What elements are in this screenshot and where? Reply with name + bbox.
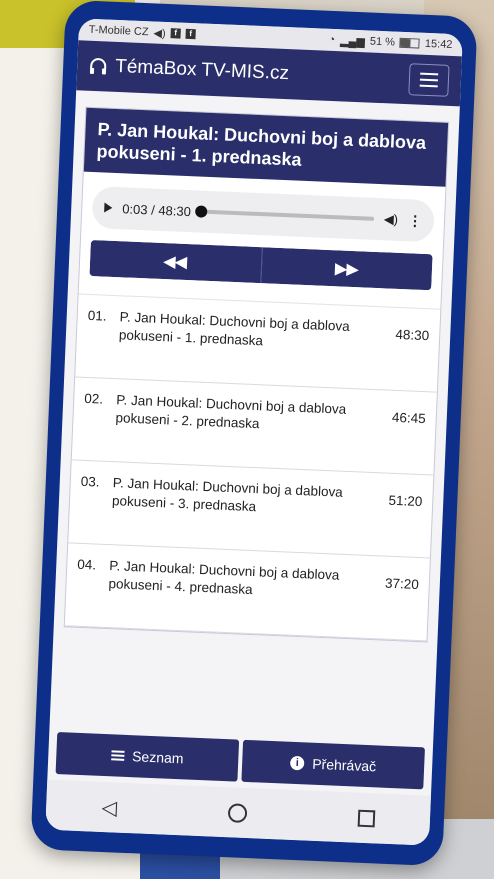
battery-percent: 51 % bbox=[369, 35, 396, 49]
signal-icon: ▂▄▆ bbox=[339, 34, 366, 48]
time-display: 0:03 / 48:30 bbox=[121, 200, 192, 219]
previous-track-button[interactable]: ◀◀ bbox=[89, 240, 263, 284]
speaker-icon: ◀) bbox=[153, 26, 166, 40]
tab-prehravac[interactable]: i Přehrávač bbox=[241, 739, 425, 790]
playlist-item[interactable]: 02. P. Jan Houkal: Duchovni boj a dablova… bbox=[71, 377, 437, 476]
playlist-item[interactable]: 04. P. Jan Houkal: Duchovni boj a dablova… bbox=[64, 543, 430, 642]
brand-title: TémaBox TV-MIS.cz bbox=[114, 55, 290, 85]
phone-frame: T-Mobile CZ ◀) f f ◔ ▂▄▆ 51 % 15:42 Téma… bbox=[30, 0, 478, 867]
playlist-item-title: P. Jan Houkal: Duchovni boj a dablova po… bbox=[108, 558, 340, 598]
home-icon[interactable] bbox=[227, 802, 248, 823]
facebook-icon: f bbox=[170, 28, 181, 39]
back-icon[interactable]: ◁ bbox=[101, 794, 117, 820]
track-navigation: ◀◀ ▶▶ bbox=[89, 240, 433, 291]
tab-prehravac-label: Přehrávač bbox=[311, 755, 377, 775]
more-options-icon[interactable]: ⋮ bbox=[408, 212, 423, 230]
next-track-button[interactable]: ▶▶ bbox=[260, 247, 433, 291]
playlist: 01. P. Jan Houkal: Duchovni boj a dablova… bbox=[64, 293, 441, 642]
seek-handle[interactable] bbox=[194, 205, 208, 218]
forward-icon: ▶▶ bbox=[334, 260, 359, 279]
audio-player: 0:03 / 48:30 ◀) ⋮ bbox=[91, 186, 435, 243]
bottom-tabs: Seznam i Přehrávač bbox=[55, 732, 425, 790]
playlist-item-title: P. Jan Houkal: Duchovni boj a dablova po… bbox=[111, 475, 344, 515]
playlist-item[interactable]: 03. P. Jan Houkal: Duchovni boj a dablova… bbox=[68, 460, 434, 559]
headphones-icon bbox=[89, 58, 107, 75]
tab-seznam[interactable]: Seznam bbox=[55, 732, 240, 782]
carrier-label: T-Mobile CZ bbox=[88, 23, 149, 39]
player-card: P. Jan Houkal: Duchovni boj a dablova po… bbox=[63, 106, 450, 643]
system-navigation: ◁ bbox=[45, 779, 431, 846]
phone-screen: T-Mobile CZ ◀) f f ◔ ▂▄▆ 51 % 15:42 Téma… bbox=[45, 18, 463, 846]
recents-icon[interactable] bbox=[357, 809, 375, 827]
playlist-item-title: P. Jan Houkal: Duchovni boj a dablova po… bbox=[118, 309, 351, 349]
playlist-item-duration: 51:20 bbox=[388, 492, 423, 510]
info-icon: i bbox=[290, 755, 305, 771]
playlist-item-duration: 37:20 bbox=[384, 575, 420, 593]
playlist-item-number: 02. bbox=[83, 390, 104, 407]
tab-seznam-label: Seznam bbox=[131, 748, 184, 767]
play-icon[interactable] bbox=[104, 202, 113, 213]
playlist-item-number: 03. bbox=[80, 473, 100, 490]
playlist-item-duration: 48:30 bbox=[395, 326, 430, 344]
playlist-item-title: P. Jan Houkal: Duchovni boj a dablova po… bbox=[115, 392, 347, 432]
menu-button[interactable] bbox=[408, 63, 450, 97]
battery-icon bbox=[399, 37, 421, 49]
rewind-icon: ◀◀ bbox=[163, 253, 188, 272]
playlist-item[interactable]: 01. P. Jan Houkal: Duchovni boj a dablova… bbox=[75, 294, 441, 393]
now-playing-title: P. Jan Houkal: Duchovni boj a dablova po… bbox=[83, 107, 449, 187]
wifi-icon: ◔ bbox=[328, 33, 336, 47]
playlist-item-number: 01. bbox=[87, 307, 107, 324]
brand[interactable]: TémaBox TV-MIS.cz bbox=[89, 55, 290, 85]
facebook-icon: f bbox=[185, 28, 196, 40]
playlist-item-number: 04. bbox=[77, 556, 97, 573]
menu-icon bbox=[420, 72, 439, 76]
seek-slider[interactable] bbox=[194, 205, 374, 221]
clock: 15:42 bbox=[424, 37, 453, 51]
playlist-item-duration: 46:45 bbox=[391, 409, 427, 427]
volume-icon[interactable]: ◀) bbox=[383, 211, 398, 228]
list-icon bbox=[110, 750, 125, 761]
